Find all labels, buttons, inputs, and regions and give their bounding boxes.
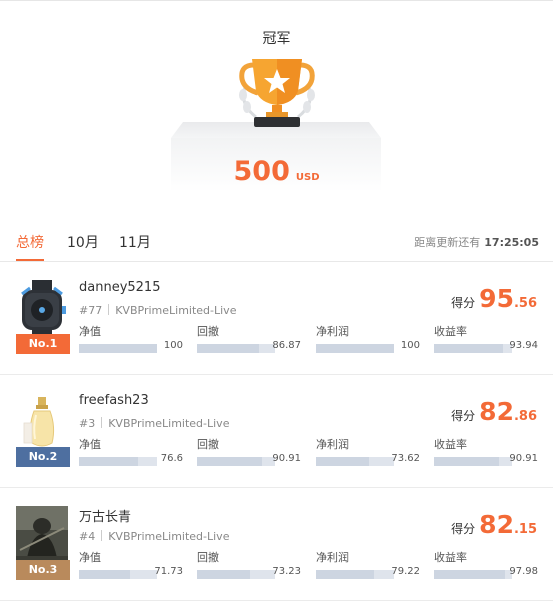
metric-label: 回撤 [197,325,219,338]
score-integer: 82 [479,397,514,426]
metric-label: 回撤 [197,551,219,564]
score-decimal: .86 [513,409,537,424]
metric-label: 收益率 [434,551,467,564]
metric-label: 回撤 [197,438,219,451]
metric-value: 86.87 [272,340,301,351]
metric-net-value: 净值 76.6 [79,436,183,468]
metric-return-rate: 收益率 93.94 [434,323,538,355]
metric-bar [316,344,394,353]
rank-badge: No.2 [16,447,70,467]
metric-drawdown: 回撤 90.91 [197,436,301,468]
tab-october[interactable]: 10月 [67,232,99,252]
leaderboard-row[interactable]: No.1 danney5215 #77 KVBPrimeLimited-Live … [0,262,553,375]
watch-image [16,280,68,340]
metric-value: 90.91 [509,453,538,464]
metric-net-value: 净值 100 [79,323,183,355]
metric-net-profit: 净利润 73.62 [316,436,420,468]
tab-november[interactable]: 11月 [119,232,151,252]
metric-label: 净值 [79,325,101,338]
metric-net-value: 净值 71.73 [79,549,183,581]
metric-bar [197,344,275,353]
score: 得分 82.86 [451,397,537,426]
trader-name[interactable]: 万古长青 [79,506,131,525]
warrior-image [16,506,68,566]
account-type: KVBPrimeLimited-Live [108,417,230,430]
top-border [0,0,553,1]
metric-bar [434,457,512,466]
champion-title: 冠军 [262,31,291,47]
score-integer: 95 [479,284,514,313]
score-decimal: .56 [513,296,537,311]
metric-bar [316,457,394,466]
metric-return-rate: 收益率 97.98 [434,549,538,581]
metric-net-profit: 净利润 79.22 [316,549,420,581]
metric-value: 90.91 [272,453,301,464]
metric-return-rate: 收益率 90.91 [434,436,538,468]
perfume-bottle-image [16,393,68,453]
metric-label: 净利润 [316,325,349,338]
trader-name[interactable]: danney5215 [79,280,160,295]
metric-label: 净利润 [316,551,349,564]
metric-bar [197,570,275,579]
trader-meta: #77 KVBPrimeLimited-Live [79,304,236,317]
trader-meta: #4 KVBPrimeLimited-Live [79,530,229,543]
trader-id: #77 [79,304,103,317]
score: 得分 95.56 [451,284,537,313]
score-label: 得分 [451,296,476,310]
trader-name[interactable]: freefash23 [79,393,149,408]
score-decimal: .15 [513,522,537,537]
metric-label: 收益率 [434,325,467,338]
trophy-icon [239,59,315,127]
prize-amount: 500 [233,156,290,187]
metric-bar [434,344,512,353]
metric-bar [79,570,157,579]
metric-value: 79.22 [391,566,420,577]
trader-id: #3 [79,417,96,430]
account-type: KVBPrimeLimited-Live [108,530,230,543]
prize-currency: USD [295,172,320,183]
metric-bar [197,457,275,466]
tab-overall[interactable]: 总榜 [16,232,44,252]
metric-value: 73.23 [272,566,301,577]
update-countdown: 距离更新还有 17:25:05 [414,234,539,250]
metric-bar [316,570,394,579]
metric-label: 净利润 [316,438,349,451]
score-integer: 82 [479,510,514,539]
metric-label: 收益率 [434,438,467,451]
rank-badge: No.1 [16,334,70,354]
trader-meta: #3 KVBPrimeLimited-Live [79,417,229,430]
metric-value: 100 [400,340,420,351]
metric-drawdown: 回撤 86.87 [197,323,301,355]
metric-value: 100 [163,340,183,351]
metric-drawdown: 回撤 73.23 [197,549,301,581]
update-time: 17:25:05 [484,236,539,249]
score-label: 得分 [451,409,476,423]
score: 得分 82.15 [451,510,537,539]
leaderboard-row[interactable]: No.3 万古长青 #4 KVBPrimeLimited-Live 得分 82.15… [0,488,553,601]
metric-bar [79,457,157,466]
rank-badge: No.3 [16,560,70,580]
metric-bar [434,570,512,579]
account-type: KVBPrimeLimited-Live [115,304,237,317]
metric-label: 净值 [79,551,101,564]
metric-value: 73.62 [391,453,420,464]
metric-value: 97.98 [509,566,538,577]
prize-amount-group: 500 USD [0,156,553,187]
metric-bar [79,344,157,353]
update-label: 距离更新还有 [414,236,481,249]
score-label: 得分 [451,522,476,536]
metric-value: 93.94 [509,340,538,351]
metric-value: 76.6 [160,453,183,464]
metric-label: 净值 [79,438,101,451]
trader-id: #4 [79,530,96,543]
metric-net-profit: 净利润 100 [316,323,420,355]
leaderboard-row[interactable]: No.2 freefash23 #3 KVBPrimeLimited-Live 得… [0,375,553,488]
metric-value: 71.73 [154,566,183,577]
